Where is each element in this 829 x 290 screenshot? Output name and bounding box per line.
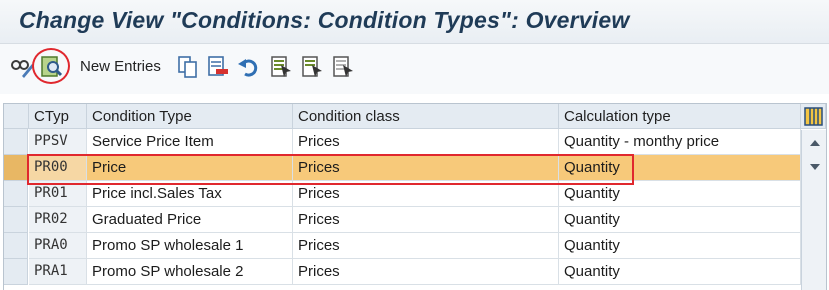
deselect-all-icon[interactable] xyxy=(331,55,355,79)
condition-class-cell[interactable]: Prices xyxy=(293,233,559,259)
condition-type-cell[interactable]: Service Price Item xyxy=(87,129,293,155)
row-selector[interactable] xyxy=(4,233,28,259)
calculation-type-cell[interactable]: Quantity - monthy price xyxy=(559,129,801,155)
calculation-type-cell[interactable]: Quantity xyxy=(559,259,801,285)
condition-type-cell[interactable]: Promo SP wholesale 1 xyxy=(87,233,293,259)
delete-icon[interactable] xyxy=(206,55,230,79)
page-title: Change View "Conditions: Condition Types… xyxy=(19,7,630,33)
row-selector[interactable] xyxy=(4,155,28,181)
row-selector[interactable] xyxy=(4,129,28,155)
condition-type-cell[interactable]: Promo SP wholesale 2 xyxy=(87,259,293,285)
select-block-icon[interactable] xyxy=(300,55,324,79)
scroll-down-icon[interactable] xyxy=(810,164,820,170)
select-all-rows-corner[interactable] xyxy=(4,104,29,129)
glasses-edit-icon[interactable] xyxy=(10,55,34,79)
row-selector[interactable] xyxy=(4,181,28,207)
table-settings-icon xyxy=(804,107,823,126)
title-bar: Change View "Conditions: Condition Types… xyxy=(0,0,829,44)
ctyp-cell[interactable]: PR02 xyxy=(29,207,87,233)
vertical-scrollbar[interactable] xyxy=(801,130,826,290)
calculation-type-cell[interactable]: Quantity xyxy=(559,207,801,233)
condition-type-cell[interactable]: Graduated Price xyxy=(87,207,293,233)
row-selector[interactable] xyxy=(4,259,28,285)
new-entries-button[interactable]: New Entries xyxy=(80,58,161,75)
column-header-condition-type[interactable]: Condition Type xyxy=(87,104,293,129)
column-header-calculation-type[interactable]: Calculation type xyxy=(559,104,801,129)
column-header-ctyp[interactable]: CTyp xyxy=(29,104,87,129)
condition-class-cell[interactable]: Prices xyxy=(293,129,559,155)
copy-icon[interactable] xyxy=(176,55,200,79)
column-header-condition-class[interactable]: Condition class xyxy=(293,104,559,129)
column-settings-button[interactable] xyxy=(801,104,826,129)
ctyp-cell[interactable]: PPSV xyxy=(29,129,87,155)
condition-class-cell[interactable]: Prices xyxy=(293,259,559,285)
details-icon[interactable] xyxy=(40,55,64,79)
scroll-up-icon[interactable] xyxy=(810,140,820,146)
select-all-icon[interactable] xyxy=(269,55,293,79)
undo-icon[interactable] xyxy=(237,55,261,79)
calculation-type-cell[interactable]: Quantity xyxy=(559,233,801,259)
row-selector[interactable] xyxy=(4,207,28,233)
ctyp-cell[interactable]: PRA0 xyxy=(29,233,87,259)
condition-types-table: CTyp Condition Type Condition class Calc… xyxy=(3,103,827,290)
condition-class-cell[interactable]: Prices xyxy=(293,207,559,233)
selected-row-highlight-box xyxy=(27,154,634,185)
ctyp-cell[interactable]: PRA1 xyxy=(29,259,87,285)
